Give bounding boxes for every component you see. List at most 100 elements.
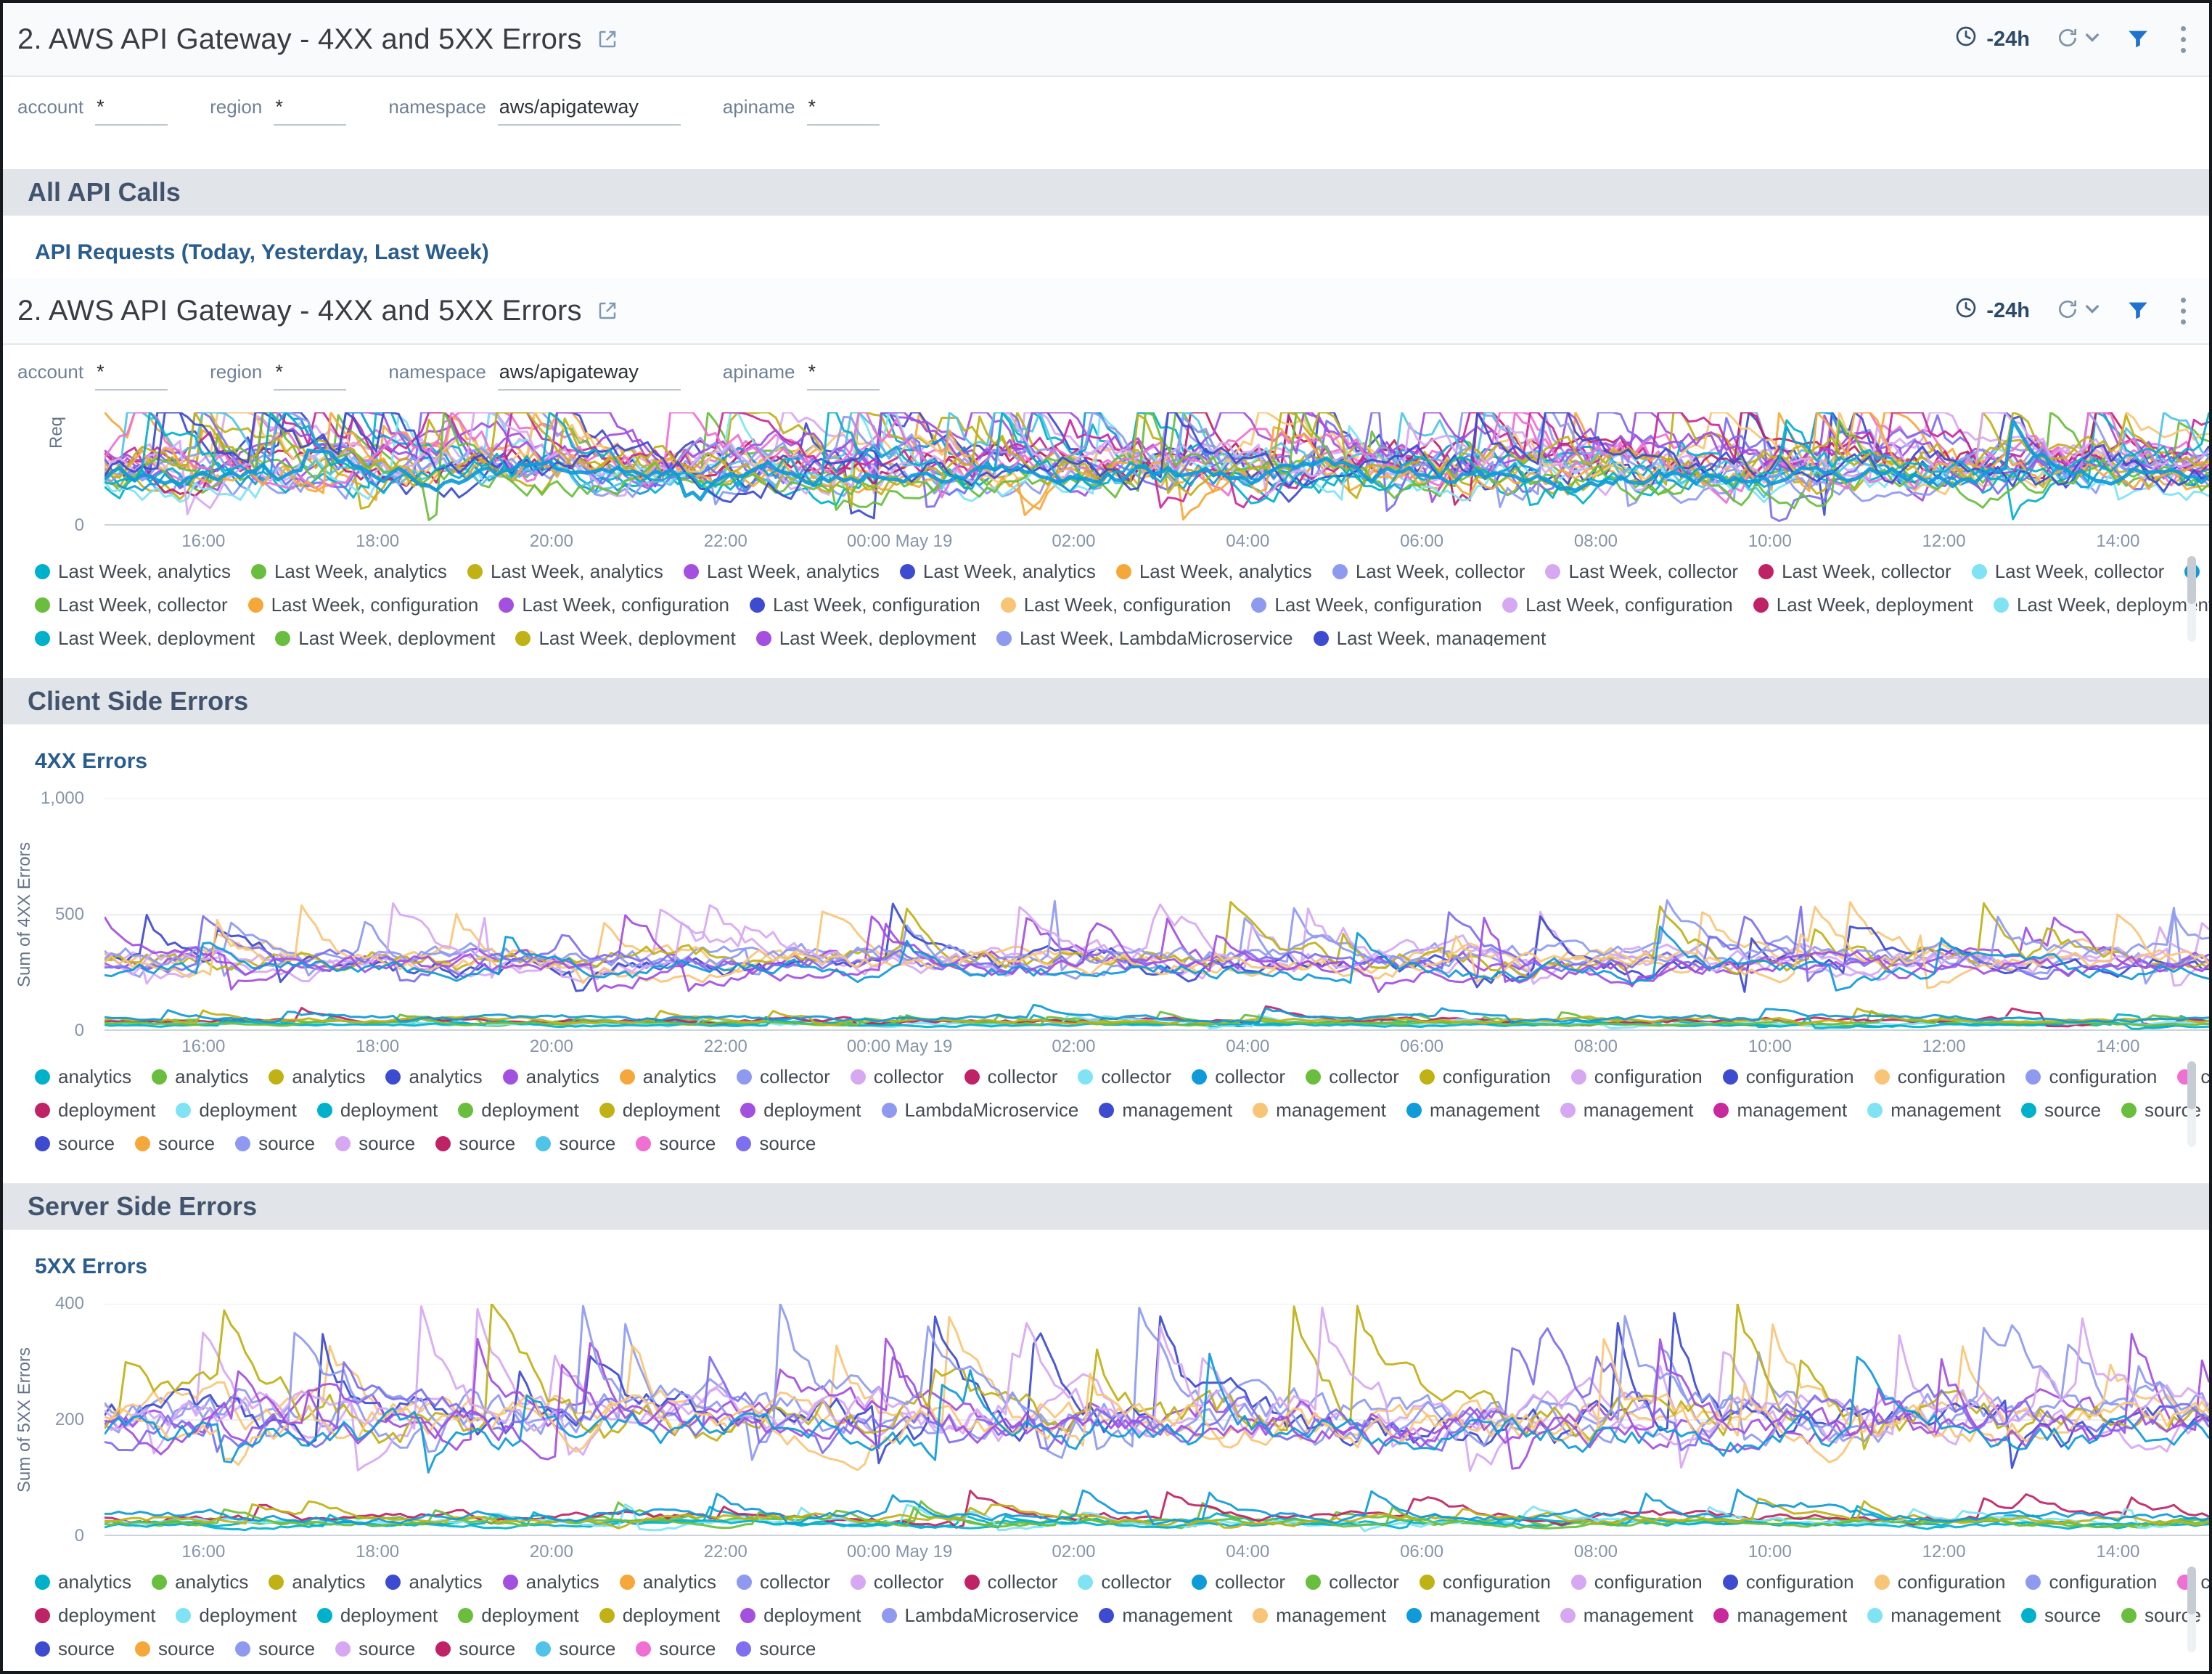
legend-item[interactable]: deployment	[317, 1099, 438, 1122]
legend-item[interactable]: analytics	[269, 1571, 365, 1593]
legend-item[interactable]: Last Week, collector	[1545, 560, 1738, 583]
chart-plot-area[interactable]	[105, 1304, 2209, 1536]
legend-item[interactable]: configuration	[1723, 1571, 1854, 1593]
legend-item[interactable]: analytics	[35, 1571, 131, 1593]
legend-item[interactable]: configuration	[1571, 1571, 1703, 1593]
legend-item[interactable]: source	[636, 1638, 716, 1657]
filter-input-apiname[interactable]: *	[807, 361, 880, 391]
legend-item[interactable]: configuration	[1875, 1571, 2006, 1593]
legend-item[interactable]: source	[636, 1132, 716, 1152]
legend-item[interactable]: collector	[1078, 1066, 1171, 1088]
legend-item[interactable]: source	[35, 1638, 115, 1657]
legend-item[interactable]: Last Week, deployment	[275, 627, 495, 647]
legend-item[interactable]: collector	[1306, 1066, 1399, 1088]
kebab-menu-icon[interactable]	[2176, 293, 2190, 329]
legend-item[interactable]: Last Week, analytics	[684, 560, 880, 583]
legend-item[interactable]: source	[335, 1132, 415, 1152]
legend-item[interactable]: Last Week, LambdaMicroservice	[996, 627, 1293, 647]
legend-item[interactable]: collector	[851, 1066, 944, 1088]
refresh-button[interactable]	[2056, 26, 2100, 53]
legend-item[interactable]: LambdaMicroservice	[882, 1099, 1079, 1122]
scrollbar-thumb[interactable]	[2187, 556, 2196, 604]
legend-item[interactable]: deployment	[740, 1099, 861, 1122]
legend-item[interactable]: management	[1560, 1099, 1694, 1122]
chart-canvas[interactable]	[105, 412, 2209, 526]
legend-item[interactable]: Last Week, analytics	[251, 560, 447, 583]
filter-input-region[interactable]: *	[274, 361, 346, 391]
legend-item[interactable]: configuration	[1723, 1066, 1854, 1088]
legend-item[interactable]: deployment	[35, 1604, 155, 1627]
legend-item[interactable]: deployment	[599, 1099, 720, 1122]
legend-item[interactable]: Last Week, analytics	[467, 560, 663, 583]
legend-item[interactable]: analytics	[620, 1571, 716, 1593]
legend-item[interactable]: configuration	[2025, 1571, 2157, 1593]
legend-item[interactable]: deployment	[740, 1604, 861, 1627]
chart-plot-area[interactable]	[105, 412, 2209, 526]
legend-item[interactable]: deployment	[458, 1099, 578, 1122]
legend-item[interactable]: Last Week, configuration	[248, 594, 479, 616]
scrollbar-thumb[interactable]	[2187, 1061, 2196, 1109]
legend-item[interactable]: analytics	[503, 1571, 599, 1593]
scrollbar[interactable]	[2187, 1061, 2196, 1147]
time-range-button[interactable]: -24h	[1954, 296, 2030, 325]
legend-item[interactable]: Last Week, collector	[1332, 560, 1525, 583]
legend-item[interactable]: management	[1099, 1604, 1232, 1627]
legend-item[interactable]: source	[235, 1132, 315, 1152]
legend-item[interactable]: configuration	[1875, 1066, 2006, 1088]
legend-item[interactable]: collector	[964, 1571, 1058, 1593]
time-range-button[interactable]: -24h	[1954, 25, 2030, 54]
legend-item[interactable]: deployment	[317, 1604, 438, 1627]
chart-plot-area[interactable]	[105, 799, 2209, 1031]
legend-item[interactable]: Last Week, configuration	[1251, 594, 1482, 616]
legend-item[interactable]: Last Week, management	[1314, 627, 1547, 647]
filter-input-namespace[interactable]: aws/apigateway	[498, 361, 681, 391]
legend-item[interactable]: Last Week, collector	[35, 594, 228, 616]
legend-item[interactable]: collector	[851, 1571, 944, 1593]
legend-item[interactable]: source	[435, 1132, 515, 1152]
legend-item[interactable]: Last Week, deployment	[1753, 594, 1973, 616]
legend-item[interactable]: management	[1406, 1099, 1540, 1122]
legend-item[interactable]: source	[2021, 1604, 2101, 1627]
legend-item[interactable]: analytics	[152, 1571, 248, 1593]
filter-icon[interactable]	[2126, 27, 2150, 52]
legend-item[interactable]: analytics	[269, 1066, 365, 1088]
legend-item[interactable]: management	[1713, 1099, 1847, 1122]
legend-item[interactable]: source	[435, 1638, 515, 1657]
legend-item[interactable]: Last Week, deployment	[515, 627, 735, 647]
filter-input-account[interactable]: *	[95, 96, 168, 126]
scrollbar-thumb[interactable]	[2187, 1567, 2196, 1614]
legend-item[interactable]: collector	[1192, 1066, 1285, 1088]
legend-item[interactable]: collector	[964, 1066, 1058, 1088]
legend-item[interactable]: Last Week, analytics	[1116, 560, 1312, 583]
legend-item[interactable]: management	[1560, 1604, 1694, 1627]
legend-item[interactable]: Last Week, collector	[1972, 560, 2165, 583]
legend-item[interactable]: collector	[1306, 1571, 1399, 1593]
legend-item[interactable]: analytics	[385, 1571, 482, 1593]
legend-item[interactable]: management	[1406, 1604, 1540, 1627]
chart-canvas[interactable]	[105, 1304, 2209, 1536]
legend-item[interactable]: deployment	[35, 1099, 155, 1122]
filter-icon[interactable]	[2126, 298, 2150, 323]
legend-item[interactable]: Last Week, analytics	[35, 560, 231, 583]
legend-item[interactable]: deployment	[176, 1099, 296, 1122]
legend-item[interactable]: collector	[1078, 1571, 1171, 1593]
legend-item[interactable]: analytics	[503, 1066, 599, 1088]
legend-item[interactable]: Last Week, deployment	[1994, 594, 2209, 616]
legend-item[interactable]: management	[1253, 1604, 1386, 1627]
legend-item[interactable]: Last Week, configuration	[1001, 594, 1232, 616]
legend-item[interactable]: collector	[737, 1571, 830, 1593]
scrollbar[interactable]	[2187, 1567, 2196, 1652]
legend-item[interactable]: source	[736, 1638, 816, 1657]
legend-item[interactable]: management	[1099, 1099, 1232, 1122]
legend-item[interactable]: source	[736, 1132, 816, 1152]
legend-item[interactable]: source	[536, 1638, 615, 1657]
legend-item[interactable]: analytics	[385, 1066, 482, 1088]
legend-item[interactable]: source	[135, 1132, 215, 1152]
legend-item[interactable]: source	[135, 1638, 215, 1657]
legend-item[interactable]: analytics	[620, 1066, 716, 1088]
legend-item[interactable]: Last Week, deployment	[35, 627, 255, 647]
filter-input-namespace[interactable]: aws/apigateway	[498, 96, 681, 126]
legend-item[interactable]: Last Week, collector	[1758, 560, 1951, 583]
legend-item[interactable]: analytics	[35, 1066, 131, 1088]
legend-item[interactable]: configuration	[1571, 1066, 1703, 1088]
